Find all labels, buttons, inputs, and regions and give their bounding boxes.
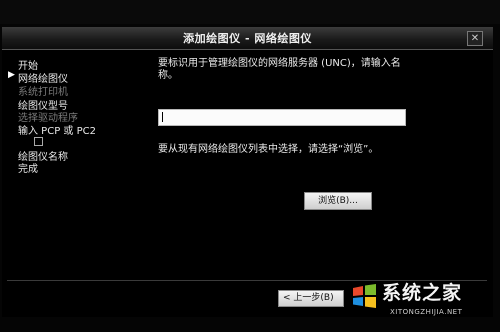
title-bar: 添加绘图仪 - 网络绘图仪 ✕ <box>2 27 493 50</box>
watermark-url: XITONGZHIJIA.NET <box>390 308 463 316</box>
text-caret <box>162 112 163 122</box>
browse-hint: 要从现有网络绘图仪列表中选择，请选择“浏览”。 <box>158 144 379 155</box>
step-finish: 完成 <box>18 164 38 175</box>
add-plotter-dialog: 添加绘图仪 - 网络绘图仪 ✕ 开始 ▶ 网络绘图仪 系统打印机 绘图仪型号 选… <box>2 27 493 317</box>
current-step-arrow-icon: ▶ <box>8 70 15 80</box>
step-system-printer: 系统打印机 <box>18 87 68 98</box>
step-checkbox-icon <box>34 137 43 146</box>
dialog-title: 添加绘图仪 - 网络绘图仪 <box>183 32 312 45</box>
browse-button[interactable]: 浏览(B)... <box>304 192 372 210</box>
close-button[interactable]: ✕ <box>467 31 483 46</box>
watermark: 系统之家 XITONGZHIJIA.NET <box>350 278 495 328</box>
unc-prompt: 要标识用于管理绘图仪的网络服务器 (UNC)，请输入名称。 <box>158 58 401 81</box>
monitor-top-bezel <box>0 0 500 24</box>
step-import-pcp: 输入 PCP 或 PC2 <box>18 126 96 137</box>
watermark-text: 系统之家 <box>382 282 463 304</box>
unc-name-input[interactable] <box>158 109 406 126</box>
back-button[interactable]: < 上一步(B) <box>278 290 344 307</box>
windows-logo-icon <box>353 284 376 308</box>
